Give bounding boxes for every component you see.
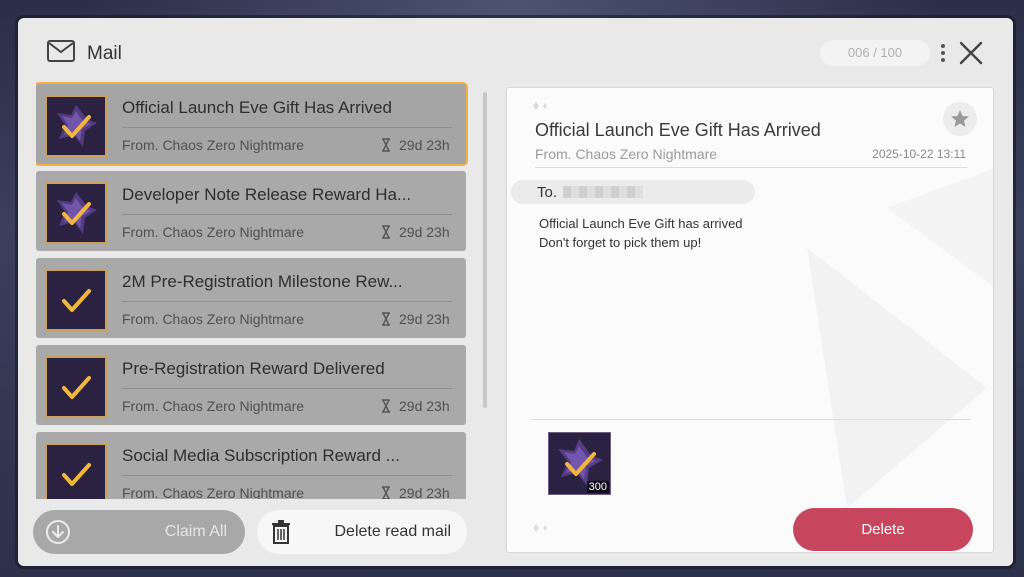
mail-item-sender: From. Chaos Zero Nightmare: [122, 224, 305, 240]
item-thumbnail: [45, 269, 107, 331]
mail-item-title: Social Media Subscription Reward ...: [122, 446, 400, 465]
gift-crystal-icon: [57, 105, 97, 147]
mail-item-sender: From. Chaos Zero Nightmare: [122, 137, 305, 153]
trash-icon: [272, 520, 290, 544]
hourglass-icon: [382, 399, 390, 413]
mail-item-3[interactable]: Pre-Registration Reward Delivered From. …: [36, 345, 466, 425]
favorite-button[interactable]: [943, 102, 977, 136]
mail-list[interactable]: Official Launch Eve Gift Has Arrived Fro…: [36, 82, 468, 499]
recipient-bar: To.: [511, 180, 755, 204]
delete-read-mail-button[interactable]: Delete read mail: [257, 510, 467, 554]
item-thumbnail: [45, 182, 107, 244]
star-icon: [951, 110, 969, 127]
mail-item-expiry: 29d 23h: [399, 485, 450, 499]
divider: [122, 388, 452, 389]
mail-item-expiry: 29d 23h: [399, 311, 450, 327]
mail-body-line: Don't forget to pick them up!: [539, 235, 702, 250]
claim-all-button[interactable]: Claim All: [33, 510, 245, 554]
detail-title: Official Launch Eve Gift Has Arrived: [535, 120, 821, 140]
hourglass-icon: [382, 225, 390, 239]
item-thumbnail: [45, 356, 107, 418]
recipient-redacted: [563, 186, 643, 198]
mail-item-title: Developer Note Release Reward Ha...: [122, 185, 412, 204]
mail-header: Mail 006 / 100: [18, 18, 1013, 84]
hourglass-icon: [382, 312, 390, 326]
divider: [531, 419, 971, 420]
divider: [122, 127, 452, 128]
mail-count-badge: 006 / 100: [820, 40, 930, 66]
more-icon[interactable]: [939, 42, 947, 64]
detail-sender: From. Chaos Zero Nightmare: [535, 146, 718, 162]
check-icon: [62, 463, 91, 486]
item-thumbnail: [45, 443, 107, 499]
page-title: Mail: [87, 43, 122, 64]
mail-list-scrollbar[interactable]: [483, 92, 487, 408]
mail-item-title: 2M Pre-Registration Milestone Rew...: [122, 272, 403, 291]
mail-item-expiry: 29d 23h: [399, 137, 450, 153]
mail-item-sender: From. Chaos Zero Nightmare: [122, 398, 305, 414]
reward-quantity: 300: [586, 481, 609, 493]
mail-item-1[interactable]: Developer Note Release Reward Ha... From…: [36, 171, 466, 251]
mail-icon: [47, 40, 75, 62]
divider: [535, 167, 967, 168]
mail-detail-panel: Official Launch Eve Gift Has Arrived Fro…: [506, 87, 994, 553]
delete-button[interactable]: Delete: [793, 508, 973, 551]
mail-item-sender: From. Chaos Zero Nightmare: [122, 311, 305, 327]
mail-item-title: Official Launch Eve Gift Has Arrived: [122, 98, 392, 117]
divider: [122, 475, 452, 476]
detail-date: 2025-10-22 13:11: [872, 147, 966, 161]
gift-crystal-icon: [57, 192, 97, 234]
hourglass-icon: [382, 486, 390, 499]
reward-item[interactable]: 300: [548, 432, 611, 495]
mail-body: Official Launch Eve Gift has arrived Don…: [539, 214, 743, 252]
download-icon: [46, 520, 70, 544]
close-icon[interactable]: [958, 40, 984, 66]
claim-all-label: Claim All: [164, 523, 227, 540]
mail-item-expiry: 29d 23h: [399, 224, 450, 240]
mail-item-0[interactable]: Official Launch Eve Gift Has Arrived Fro…: [36, 84, 466, 164]
hourglass-icon: [382, 138, 390, 152]
mail-item-2[interactable]: 2M Pre-Registration Milestone Rew... Fro…: [36, 258, 466, 338]
delete-read-mail-label: Delete read mail: [334, 523, 452, 540]
divider: [122, 301, 452, 302]
divider: [122, 214, 452, 215]
mail-item-sender: From. Chaos Zero Nightmare: [122, 485, 305, 499]
mail-item-4[interactable]: Social Media Subscription Reward ... Fro…: [36, 432, 466, 499]
check-icon: [62, 289, 91, 312]
mail-item-expiry: 29d 23h: [399, 398, 450, 414]
item-thumbnail: [45, 95, 107, 157]
mail-window: Mail 006 / 100 Official Launch Eve Gift …: [18, 18, 1013, 566]
check-icon: [62, 376, 91, 399]
mail-item-title: Pre-Registration Reward Delivered: [122, 359, 385, 378]
to-label: To.: [537, 184, 558, 201]
mail-body-line: Official Launch Eve Gift has arrived: [539, 216, 743, 231]
